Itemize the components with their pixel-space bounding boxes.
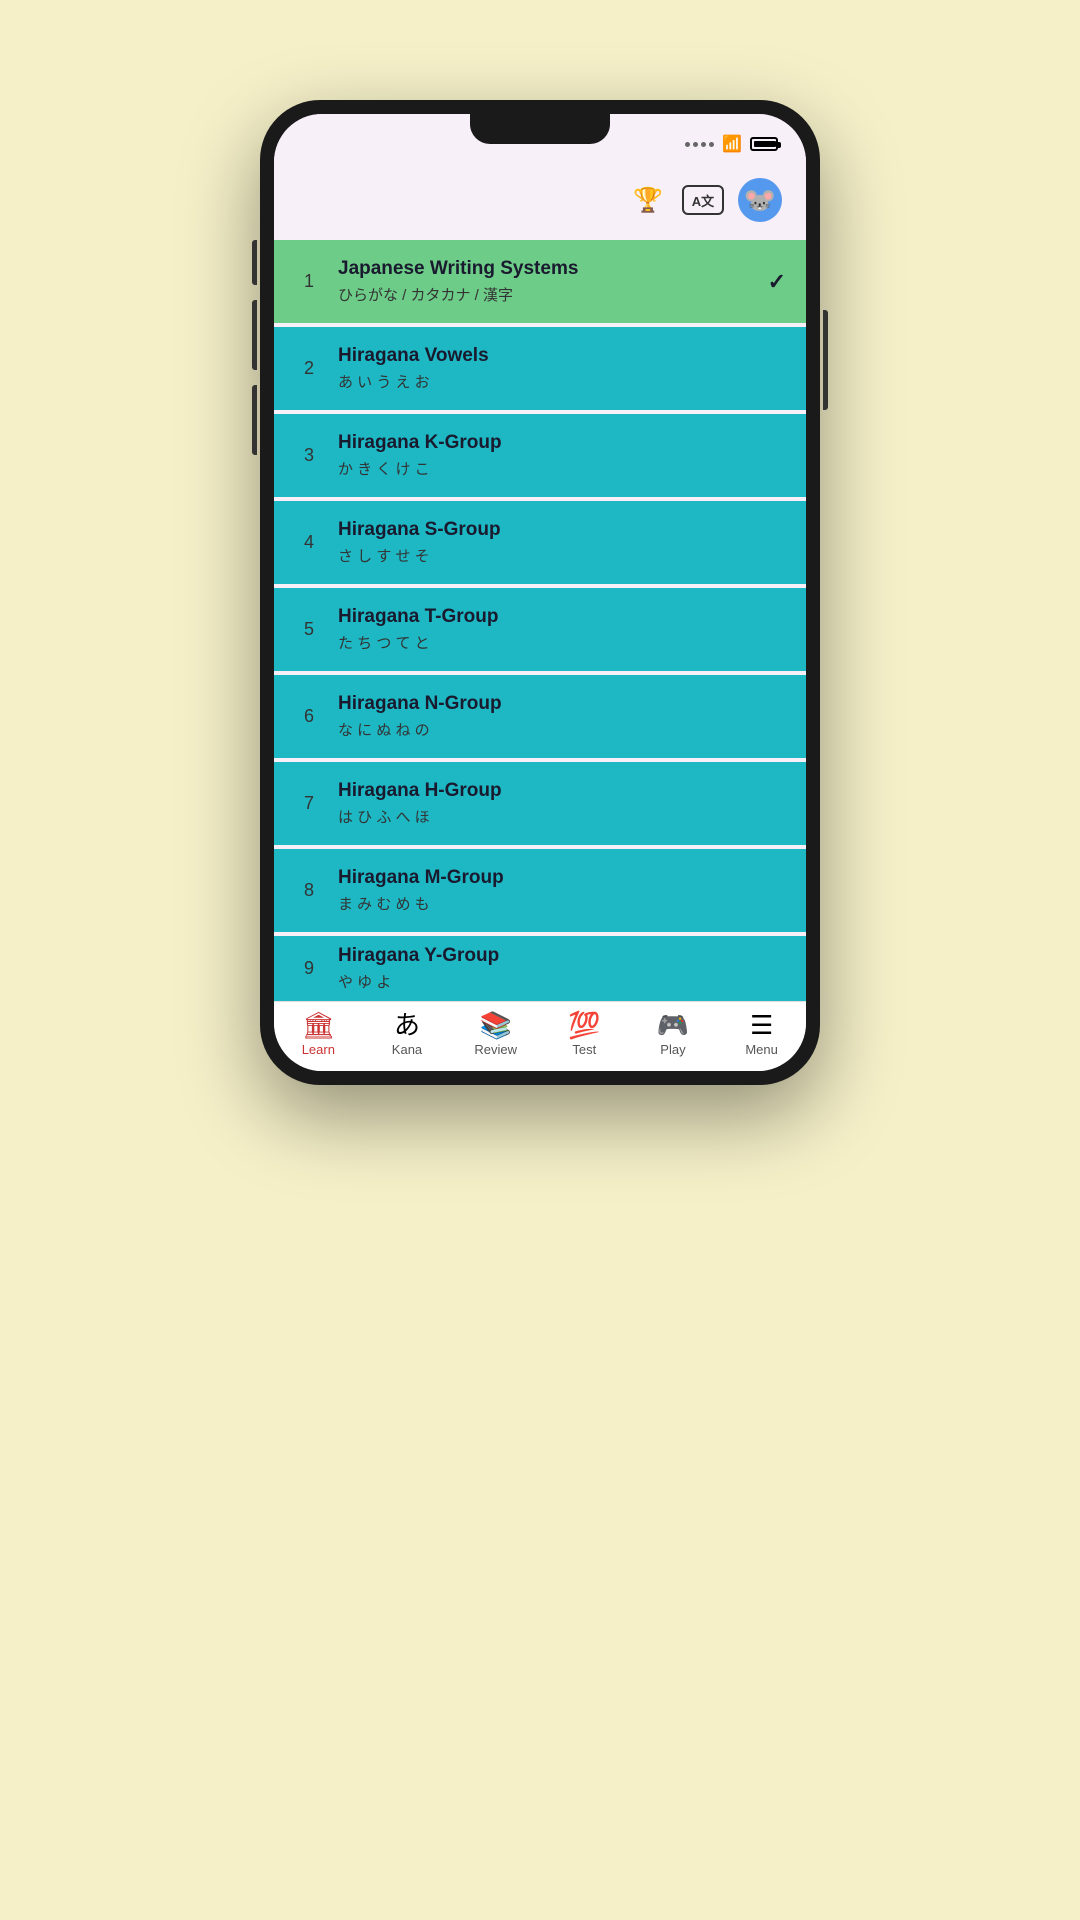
lesson-num: 5 (294, 619, 324, 640)
lesson-num: 8 (294, 880, 324, 901)
lesson-title: Hiragana H-Group (338, 780, 786, 802)
lesson-title: Hiragana M-Group (338, 867, 786, 889)
kana-nav-icon: あ (394, 1012, 420, 1038)
lesson-content: Hiragana Vowels あ い う え お (324, 345, 786, 392)
review-nav-label: Review (474, 1042, 517, 1057)
lesson-title: Hiragana Vowels (338, 345, 786, 367)
lesson-subtitle: は ひ ふ へ ほ (338, 806, 786, 827)
lesson-num: 2 (294, 358, 324, 379)
lesson-item-3[interactable]: 3 Hiragana K-Group か き く け こ (274, 414, 806, 497)
nav-item-menu[interactable]: ☰ Menu (727, 1012, 797, 1057)
status-icons: 📶 (685, 134, 778, 154)
test-nav-icon: 💯 (568, 1012, 600, 1038)
menu-nav-label: Menu (745, 1042, 778, 1057)
avatar-button[interactable]: 🐭 (738, 178, 782, 222)
lesson-subtitle: ま み む め も (338, 893, 786, 914)
side-button-vol-down (252, 385, 257, 455)
lesson-title: Hiragana Y-Group (338, 945, 786, 967)
play-nav-icon: 🎮 (657, 1012, 689, 1038)
lesson-content: Hiragana T-Group た ち つ て と (324, 606, 786, 653)
bottom-nav: 🏛 Learn あ Kana 📚 Review 💯 Test 🎮 Play ☰ … (274, 1001, 806, 1071)
dot4 (709, 142, 714, 147)
learn-nav-label: Learn (302, 1042, 335, 1057)
lesson-subtitle: な に ぬ ね の (338, 719, 786, 740)
trophy-button[interactable]: 🏆 (628, 180, 668, 220)
learn-nav-icon: 🏛 (302, 1012, 335, 1038)
test-nav-label: Test (572, 1042, 596, 1057)
lesson-title: Hiragana S-Group (338, 519, 786, 541)
wifi-icon: 📶 (722, 134, 742, 154)
side-button-vol-up (252, 300, 257, 370)
battery-icon (750, 137, 778, 151)
dot3 (701, 142, 706, 147)
lesson-title: Hiragana T-Group (338, 606, 786, 628)
phone-screen: 📶 🏆 A文 🐭 1 Japanese Writing Systems ひらがな… (274, 114, 806, 1071)
lesson-item-7[interactable]: 7 Hiragana H-Group は ひ ふ へ ほ (274, 762, 806, 845)
lesson-content: Hiragana Y-Group や ゆ よ (324, 945, 786, 992)
nav-item-play[interactable]: 🎮 Play (638, 1012, 708, 1057)
lesson-content: Hiragana K-Group か き く け こ (324, 432, 786, 479)
lesson-item-8[interactable]: 8 Hiragana M-Group ま み む め も (274, 849, 806, 932)
lesson-content: Hiragana H-Group は ひ ふ へ ほ (324, 780, 786, 827)
lesson-num: 4 (294, 532, 324, 553)
lesson-num: 3 (294, 445, 324, 466)
lesson-content: Hiragana M-Group ま み む め も (324, 867, 786, 914)
kana-nav-label: Kana (392, 1042, 422, 1057)
play-nav-label: Play (660, 1042, 685, 1057)
lesson-subtitle: さ し す せ そ (338, 545, 786, 566)
nav-item-review[interactable]: 📚 Review (461, 1012, 531, 1057)
phone-frame: 📶 🏆 A文 🐭 1 Japanese Writing Systems ひらがな… (260, 100, 820, 1085)
lesson-title: Hiragana K-Group (338, 432, 786, 454)
lesson-content: Japanese Writing Systems ひらがな / カタカナ / 漢… (324, 258, 768, 305)
review-nav-icon: 📚 (479, 1012, 511, 1038)
header-icons: 🏆 A文 🐭 (628, 178, 782, 222)
lesson-title: Japanese Writing Systems (338, 258, 768, 280)
lesson-subtitle: や ゆ よ (338, 971, 786, 992)
lesson-num: 7 (294, 793, 324, 814)
lesson-item-5[interactable]: 5 Hiragana T-Group た ち つ て と (274, 588, 806, 671)
lesson-check-icon: ✓ (768, 269, 786, 295)
side-button-mute (252, 240, 257, 285)
side-button-power (823, 310, 828, 410)
nav-item-test[interactable]: 💯 Test (549, 1012, 619, 1057)
lesson-content: Hiragana N-Group な に ぬ ね の (324, 693, 786, 740)
lesson-item-9[interactable]: 9 Hiragana Y-Group や ゆ よ (274, 936, 806, 1001)
lesson-item-2[interactable]: 2 Hiragana Vowels あ い う え お (274, 327, 806, 410)
lesson-item-1[interactable]: 1 Japanese Writing Systems ひらがな / カタカナ /… (274, 240, 806, 323)
lesson-subtitle: あ い う え お (338, 371, 786, 392)
lesson-list: 1 Japanese Writing Systems ひらがな / カタカナ /… (274, 240, 806, 1001)
lesson-item-4[interactable]: 4 Hiragana S-Group さ し す せ そ (274, 501, 806, 584)
notch (470, 114, 610, 144)
app-header: 🏆 A文 🐭 (274, 168, 806, 240)
lesson-title: Hiragana N-Group (338, 693, 786, 715)
nav-item-learn[interactable]: 🏛 Learn (283, 1012, 353, 1057)
nav-item-kana[interactable]: あ Kana (372, 1012, 442, 1057)
lesson-num: 6 (294, 706, 324, 727)
lesson-content: Hiragana S-Group さ し す せ そ (324, 519, 786, 566)
signal-dots (685, 142, 714, 147)
menu-nav-icon: ☰ (750, 1012, 773, 1038)
translate-button[interactable]: A文 (682, 185, 724, 215)
lesson-num: 1 (294, 271, 324, 292)
dot1 (685, 142, 690, 147)
lesson-item-6[interactable]: 6 Hiragana N-Group な に ぬ ね の (274, 675, 806, 758)
battery-fill (754, 141, 776, 147)
lesson-num: 9 (294, 958, 324, 979)
lesson-subtitle: か き く け こ (338, 458, 786, 479)
lesson-subtitle: ひらがな / カタカナ / 漢字 (338, 284, 768, 305)
lesson-subtitle: た ち つ て と (338, 632, 786, 653)
dot2 (693, 142, 698, 147)
